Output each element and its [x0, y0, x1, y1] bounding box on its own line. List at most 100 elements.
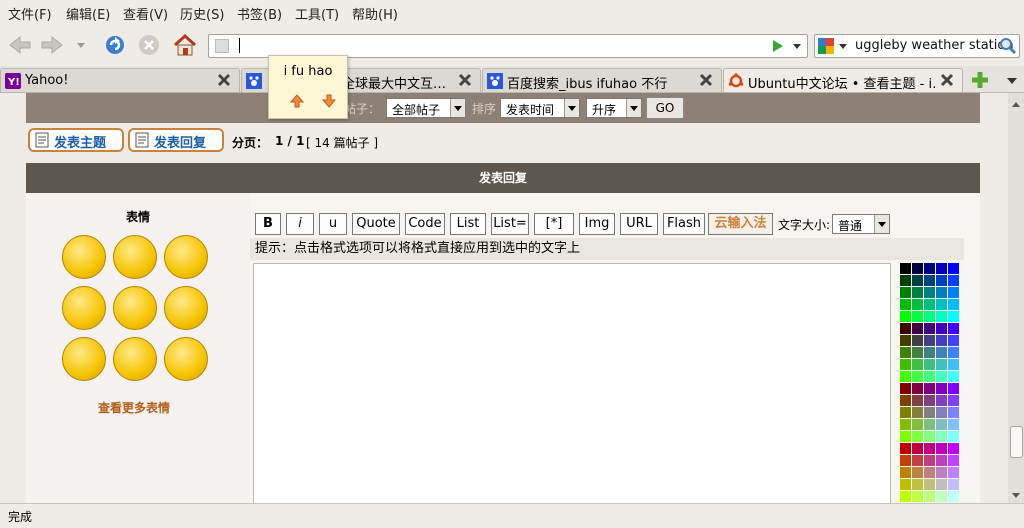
color-swatch[interactable] — [936, 419, 947, 430]
tab-list-icon[interactable] — [1004, 70, 1020, 90]
color-swatch[interactable] — [936, 491, 947, 502]
color-swatch[interactable] — [912, 467, 923, 478]
color-swatch[interactable] — [948, 407, 959, 418]
color-swatch[interactable] — [900, 359, 911, 370]
color-swatch[interactable] — [900, 443, 911, 454]
color-swatch[interactable] — [912, 287, 923, 298]
color-swatch[interactable] — [948, 323, 959, 334]
color-swatch[interactable] — [924, 383, 935, 394]
sort-select[interactable]: 发表时间 — [500, 98, 580, 118]
color-swatch[interactable] — [912, 419, 923, 430]
color-swatch[interactable] — [948, 443, 959, 454]
color-swatch[interactable] — [924, 263, 935, 274]
color-swatch[interactable] — [936, 431, 947, 442]
color-swatch[interactable] — [900, 311, 911, 322]
close-tab-icon[interactable] — [217, 73, 231, 87]
color-swatch[interactable] — [900, 371, 911, 382]
color-swatch[interactable] — [936, 455, 947, 466]
ime-page-up-icon[interactable] — [289, 93, 305, 109]
flash-button[interactable]: Flash — [663, 213, 705, 235]
url-button[interactable]: URL — [620, 213, 658, 235]
back-icon[interactable] — [6, 33, 32, 57]
color-swatch[interactable] — [912, 395, 923, 406]
color-swatch[interactable] — [924, 347, 935, 358]
vertical-scrollbar[interactable] — [1008, 93, 1024, 503]
color-swatch[interactable] — [948, 299, 959, 310]
color-swatch[interactable] — [900, 263, 911, 274]
color-swatch[interactable] — [924, 371, 935, 382]
color-swatch[interactable] — [912, 335, 923, 346]
color-swatch[interactable] — [936, 371, 947, 382]
color-swatch[interactable] — [936, 335, 947, 346]
search-engine-icon[interactable] — [818, 38, 834, 54]
menu-tools[interactable]: 工具(T) — [295, 4, 339, 23]
more-smilies-link[interactable]: 查看更多表情 — [26, 399, 242, 416]
color-swatch[interactable] — [912, 299, 923, 310]
font-size-select[interactable]: 普通 — [832, 214, 890, 234]
color-swatch[interactable] — [948, 467, 959, 478]
scroll-down-icon[interactable] — [1011, 489, 1021, 504]
color-palette[interactable] — [900, 263, 962, 503]
new-topic-button[interactable]: 发表主题 — [28, 128, 124, 152]
color-swatch[interactable] — [912, 383, 923, 394]
color-swatch[interactable] — [948, 311, 959, 322]
color-swatch[interactable] — [900, 287, 911, 298]
tab-ubuntu-forum[interactable]: Ubuntu中文论坛 • 查看主题 - i… — [723, 68, 963, 92]
list-item-button[interactable]: [*] — [534, 213, 574, 235]
smiley-icon[interactable] — [164, 286, 208, 330]
color-swatch[interactable] — [900, 455, 911, 466]
color-swatch[interactable] — [924, 455, 935, 466]
color-swatch[interactable] — [948, 455, 959, 466]
color-swatch[interactable] — [936, 359, 947, 370]
smiley-icon[interactable] — [164, 235, 208, 279]
color-swatch[interactable] — [948, 287, 959, 298]
ime-page-down-icon[interactable] — [321, 93, 337, 109]
color-swatch[interactable] — [948, 491, 959, 502]
color-swatch[interactable] — [936, 407, 947, 418]
forward-icon[interactable] — [40, 33, 66, 57]
go-button[interactable]: GO — [646, 97, 684, 119]
message-textarea[interactable] — [253, 263, 891, 503]
color-swatch[interactable] — [948, 347, 959, 358]
list-button[interactable]: List — [450, 213, 486, 235]
stop-icon[interactable] — [136, 33, 162, 57]
menu-bookmarks[interactable]: 书签(B) — [237, 4, 282, 23]
color-swatch[interactable] — [912, 371, 923, 382]
history-dropdown-icon[interactable] — [74, 33, 88, 57]
search-icon[interactable] — [999, 37, 1017, 59]
color-swatch[interactable] — [948, 359, 959, 370]
tab-baidu-search[interactable]: 百度搜索_ibus ifuhao 不行 — [482, 68, 722, 92]
order-select[interactable]: 升序 — [586, 98, 642, 118]
smiley-icon[interactable] — [62, 286, 106, 330]
color-swatch[interactable] — [936, 311, 947, 322]
color-swatch[interactable] — [900, 431, 911, 442]
smiley-icon[interactable] — [113, 286, 157, 330]
smiley-icon[interactable] — [62, 235, 106, 279]
menu-history[interactable]: 历史(S) — [180, 4, 224, 23]
color-swatch[interactable] — [948, 395, 959, 406]
color-swatch[interactable] — [936, 383, 947, 394]
color-swatch[interactable] — [936, 395, 947, 406]
url-dropdown-icon[interactable] — [791, 39, 803, 57]
color-swatch[interactable] — [912, 263, 923, 274]
code-button[interactable]: Code — [405, 213, 445, 235]
smiley-icon[interactable] — [113, 235, 157, 279]
color-swatch[interactable] — [948, 275, 959, 286]
menu-edit[interactable]: 编辑(E) — [66, 4, 110, 23]
color-swatch[interactable] — [912, 443, 923, 454]
color-swatch[interactable] — [948, 419, 959, 430]
color-swatch[interactable] — [936, 323, 947, 334]
color-swatch[interactable] — [912, 407, 923, 418]
color-swatch[interactable] — [924, 395, 935, 406]
color-swatch[interactable] — [948, 335, 959, 346]
color-swatch[interactable] — [900, 419, 911, 430]
color-swatch[interactable] — [924, 335, 935, 346]
color-swatch[interactable] — [924, 311, 935, 322]
reply-button[interactable]: 发表回复 — [128, 128, 224, 152]
page-identity-icon[interactable] — [215, 39, 229, 53]
img-button[interactable]: Img — [579, 213, 615, 235]
bold-button[interactable]: B — [255, 213, 281, 235]
color-swatch[interactable] — [924, 443, 935, 454]
color-swatch[interactable] — [924, 479, 935, 490]
color-swatch[interactable] — [912, 311, 923, 322]
